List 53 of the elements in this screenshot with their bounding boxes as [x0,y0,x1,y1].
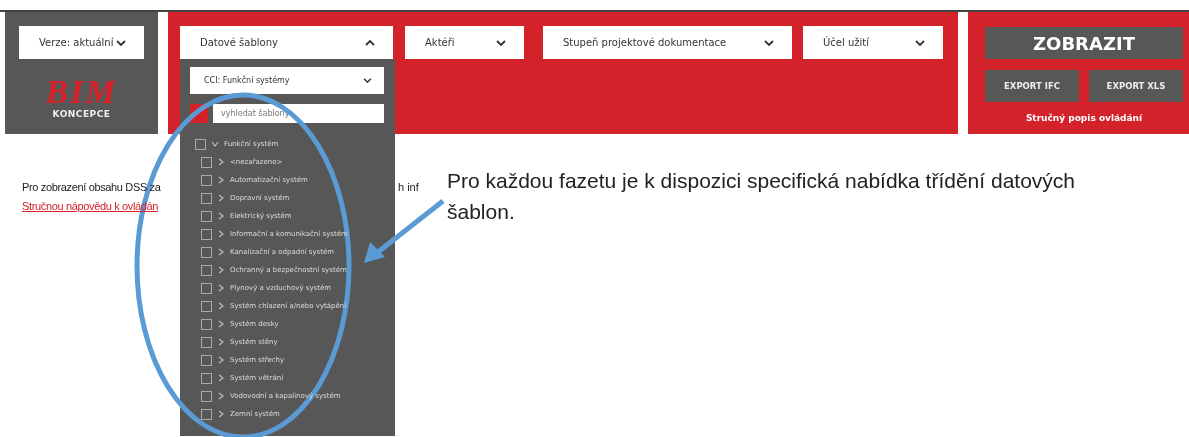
caret-right-icon[interactable] [217,410,225,418]
chevron-down-icon [496,39,506,46]
chevron-up-icon [365,39,375,46]
checkbox[interactable] [201,336,212,348]
caret-right-icon[interactable] [217,176,225,184]
intro-text: h inf [398,181,419,193]
search-field[interactable]: vyhledat šablony [213,104,384,123]
checkbox[interactable] [201,354,212,366]
checkbox[interactable] [201,192,212,204]
caret-down-icon[interactable] [211,140,219,148]
checkbox[interactable] [201,300,212,312]
caret-right-icon[interactable] [217,230,225,238]
caret-right-icon[interactable] [217,158,225,166]
caret-right-icon[interactable] [217,284,225,292]
checkbox[interactable] [201,156,212,168]
checkbox[interactable] [201,246,212,258]
caret-right-icon[interactable] [217,302,225,310]
chevron-down-icon [116,39,126,46]
filter-dropdown[interactable]: Datové šablony [180,26,393,59]
chevron-down-icon [363,78,372,83]
caret-right-icon[interactable] [217,194,225,202]
export-button[interactable]: EXPORT XLS [1089,70,1183,102]
filter-dropdown[interactable]: Aktéři [405,26,524,59]
checkbox[interactable] [201,282,212,294]
caret-right-icon[interactable] [217,338,225,346]
checkbox[interactable] [201,210,212,222]
checkbox[interactable] [201,318,212,330]
checkbox[interactable] [201,228,212,240]
caret-right-icon[interactable] [217,266,225,274]
filter-dropdown[interactable]: Stupeň projektové dokumentace [543,26,792,59]
checkbox[interactable] [201,390,212,402]
logo-caption: KONCEPCE [52,109,111,119]
caret-right-icon[interactable] [217,356,225,364]
help-link[interactable]: Stručný popis ovládání [985,113,1183,123]
show-button[interactable]: ZOBRAZIT [985,27,1183,59]
export-button[interactable]: EXPORT IFC [985,70,1079,102]
annotation-text: Pro každou fazetu je k dispozici specifická nabídka třídění datových šablon. [447,168,1076,225]
caret-right-icon[interactable] [217,374,225,382]
checkbox[interactable] [201,408,212,420]
caret-right-icon[interactable] [217,212,225,220]
filter-dropdown[interactable]: Účel užití [803,26,943,59]
caret-right-icon[interactable] [217,392,225,400]
checkbox[interactable] [201,372,212,384]
caret-right-icon[interactable] [217,320,225,328]
checkbox[interactable] [201,174,212,186]
chevron-down-icon [764,39,774,46]
checkbox[interactable] [201,264,212,276]
version-select[interactable]: Verze: aktuální [19,26,144,59]
caret-right-icon[interactable] [217,248,225,256]
chevron-down-icon [915,39,925,46]
classification-select[interactable]: CCI: Funkční systémy [190,67,384,94]
checkbox[interactable] [195,138,206,150]
logo-mark: BIM [45,75,118,109]
